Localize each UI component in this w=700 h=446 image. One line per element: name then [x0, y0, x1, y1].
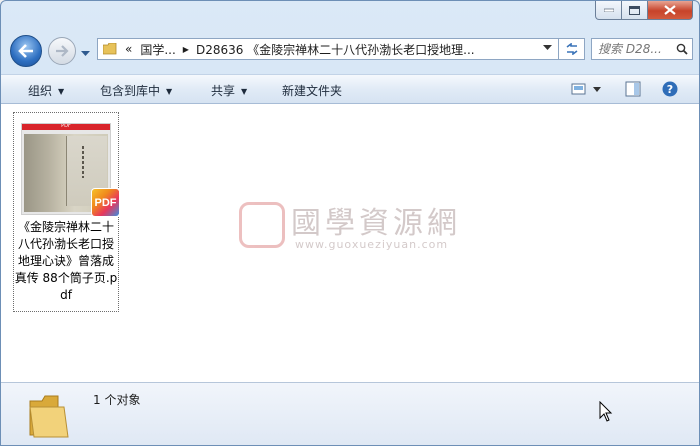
- include-library-label: 包含到库中: [100, 84, 161, 98]
- address-overflow[interactable]: «: [125, 42, 132, 56]
- back-button[interactable]: [10, 35, 42, 67]
- folder-icon: [103, 43, 117, 55]
- minimize-icon: [603, 8, 614, 12]
- address-segment-current[interactable]: D28636 《金陵宗禅林二十八代孙渤长老口授地理...: [196, 41, 475, 58]
- refresh-button[interactable]: [559, 38, 585, 60]
- share-menu[interactable]: 共享 ▼: [211, 82, 247, 99]
- search-icon[interactable]: [676, 43, 688, 55]
- search-input[interactable]: [598, 42, 674, 56]
- watermark-seal-icon: [239, 202, 285, 248]
- address-bar[interactable]: « 国学... ▶ D28636 《金陵宗禅林二十八代孙渤长老口授地理...: [97, 38, 559, 60]
- file-name[interactable]: 《金陵宗禅林二十八代孙渤长老口授地理心诀》曾落成真传 88个筒子页.pdf: [14, 219, 118, 304]
- minimize-button[interactable]: [595, 1, 622, 20]
- watermark: 國學資源網 www.guoxueziyuan.com: [239, 198, 469, 258]
- file-list-pane[interactable]: PDF PDF 《金陵宗禅林二十八代孙渤长老口授地理心诀》曾落成真传 88个筒子…: [1, 104, 699, 382]
- chevron-down-icon: ▼: [241, 87, 248, 96]
- details-pane: 1 个对象: [1, 382, 699, 445]
- watermark-url: www.guoxueziyuan.com: [295, 238, 449, 251]
- help-icon: ?: [662, 81, 678, 97]
- address-dropdown-icon[interactable]: [543, 45, 552, 51]
- scanned-text: [82, 146, 84, 178]
- preview-pane-icon: [625, 81, 641, 97]
- views-button[interactable]: [571, 81, 603, 100]
- help-button[interactable]: ?: [662, 81, 678, 100]
- include-in-library-menu[interactable]: 包含到库中 ▼: [100, 82, 172, 99]
- forward-arrow-icon: [56, 45, 69, 57]
- close-button[interactable]: [648, 1, 693, 20]
- address-segment-guoxue[interactable]: 国学...: [140, 41, 175, 58]
- organize-label: 组织: [28, 84, 53, 98]
- preview-pane-button[interactable]: [625, 81, 641, 100]
- chevron-down-icon: [81, 51, 90, 56]
- maximize-button[interactable]: [622, 1, 648, 20]
- forward-button[interactable]: [48, 37, 76, 65]
- chevron-down-icon: ▼: [166, 87, 173, 96]
- navigation-bar: « 国学... ▶ D28636 《金陵宗禅林二十八代孙渤长老口授地理...: [1, 31, 699, 67]
- svg-text:?: ?: [667, 83, 673, 96]
- share-label: 共享: [211, 84, 236, 98]
- explorer-window: « 国学... ▶ D28636 《金陵宗禅林二十八代孙渤长老口授地理... 组…: [0, 0, 700, 446]
- refresh-icon: [566, 43, 577, 55]
- command-toolbar: 组织 ▼ 包含到库中 ▼ 共享 ▼ 新建文件夹 ?: [1, 74, 699, 104]
- mouse-cursor-icon: [599, 401, 613, 422]
- folder-icon: [29, 395, 69, 438]
- views-icon: [571, 83, 601, 95]
- chevron-down-icon: ▼: [58, 87, 65, 96]
- breadcrumb-arrow-icon[interactable]: ▶: [183, 45, 189, 54]
- pdf-file-icon: PDF: [92, 189, 119, 216]
- file-item[interactable]: PDF PDF 《金陵宗禅林二十八代孙渤长老口授地理心诀》曾落成真传 88个筒子…: [13, 112, 119, 312]
- maximize-icon: [629, 5, 640, 15]
- watermark-title: 國學資源網: [291, 206, 461, 241]
- new-folder-button[interactable]: 新建文件夹: [282, 82, 342, 99]
- thumbnail-label: PDF: [61, 123, 71, 129]
- item-count: 1 个对象: [93, 393, 141, 407]
- close-icon: [664, 5, 676, 15]
- window-buttons: [595, 1, 693, 20]
- new-folder-label: 新建文件夹: [282, 84, 343, 98]
- organize-menu[interactable]: 组织 ▼: [28, 82, 64, 99]
- back-arrow-icon: [18, 44, 33, 58]
- recent-pages-dropdown[interactable]: [81, 46, 90, 60]
- search-box[interactable]: [591, 38, 693, 60]
